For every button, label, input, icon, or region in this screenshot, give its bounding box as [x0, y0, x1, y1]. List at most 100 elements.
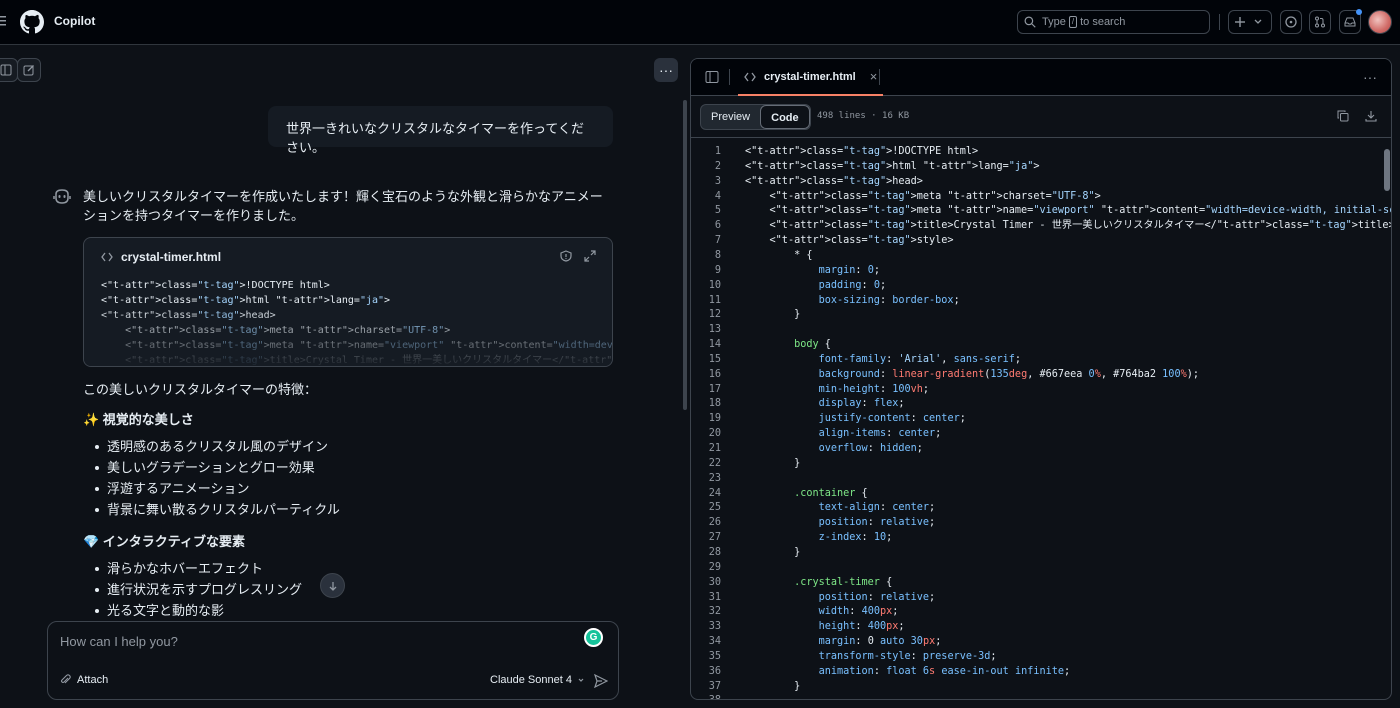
divider: [729, 69, 730, 85]
toggle-sidebar-button[interactable]: [0, 58, 18, 82]
line-text: justify-content: center;: [818, 413, 966, 425]
line-number: 37: [708, 680, 721, 692]
chat-input[interactable]: How can I help you?: [60, 634, 178, 649]
line-number: 5: [714, 205, 721, 217]
code-line: 2 <"t-attr">class="t-tag">html "t-attr">l…: [691, 159, 1391, 174]
code-line: 11 box-sizing: border-box;: [691, 293, 1391, 308]
tab-label: crystal-timer.html: [764, 70, 856, 83]
issues-button[interactable]: [1280, 10, 1302, 34]
code-viewer[interactable]: 1 <"t-attr">class="t-tag">!DOCTYPE html> 2…: [691, 144, 1391, 699]
app-title[interactable]: Copilot: [54, 14, 95, 28]
line-text: <"t-attr">class="t-tag">!DOCTYPE html>: [745, 146, 979, 157]
line-text: }: [745, 680, 801, 692]
code-card-filename: crystal-timer.html: [121, 250, 222, 264]
line-number: 18: [708, 398, 721, 410]
line-text: display: flex;: [818, 398, 905, 410]
feature-list-interactive: 滑らかなホバーエフェクト 進行状況を示すプログレスリング 光る文字と動的な影: [93, 558, 302, 621]
assistant-message: 美しいクリスタルタイマーを作成いたします！輝く宝石のような外観と滑らかなアニメー…: [83, 189, 603, 223]
line-text: padding: 0;: [818, 279, 887, 291]
more-options-icon[interactable]: ···: [1363, 69, 1377, 85]
model-picker[interactable]: Claude Sonnet 4: [490, 674, 586, 686]
line-number: 21: [708, 443, 721, 454]
line-text: margin: 0 auto 30px;: [818, 636, 942, 648]
line-number: 35: [708, 650, 721, 662]
pencil-icon: [23, 65, 34, 76]
code-line: 36 animation: float 6s ease-in-out infin…: [691, 664, 1391, 679]
chat-options-button[interactable]: ···: [654, 58, 678, 82]
line-text: }: [745, 457, 801, 469]
line-text: text-align: center;: [818, 502, 936, 514]
code-tab[interactable]: Code: [760, 105, 810, 129]
code-line: 34 margin: 0 auto 30px;: [691, 634, 1391, 649]
menu-icon[interactable]: [0, 14, 8, 28]
line-text: box-sizing: border-box;: [818, 294, 960, 306]
line-text: animation: float 6s ease-in-out infinite…: [818, 665, 1071, 677]
fade-overlay: [84, 306, 612, 366]
shield-icon[interactable]: [560, 250, 572, 262]
file-meta: 498 lines · 16 KB: [817, 111, 910, 121]
code-line: 25 text-align: center;: [691, 500, 1391, 515]
section-heading-visual: ✨ 視覚的な美しさ: [83, 412, 194, 427]
line-number: 9: [714, 264, 721, 276]
line-number: 27: [708, 532, 721, 544]
git-pull-request-icon: [1315, 16, 1325, 28]
copy-icon[interactable]: [1337, 110, 1349, 122]
line-number: 11: [708, 294, 721, 306]
code-line: 12 }: [691, 307, 1391, 322]
attach-button[interactable]: Attach: [60, 674, 108, 686]
line-text: overflow: hidden;: [818, 443, 923, 454]
code-line: 22 }: [691, 456, 1391, 471]
tab-crystal-timer[interactable]: crystal-timer.html ×: [738, 59, 884, 96]
line-number: 38: [691, 693, 721, 699]
code-line: 21 overflow: hidden;: [691, 441, 1391, 456]
preview-tab[interactable]: Preview: [701, 105, 760, 129]
list-item: 光る文字と動的な影: [93, 600, 302, 621]
line-number: 23: [708, 472, 721, 484]
sidebar-collapse-icon[interactable]: [705, 70, 719, 84]
code-line: 15 font-family: 'Arial', sans-serif;: [691, 352, 1391, 367]
line-text: z-index: 10;: [818, 532, 893, 544]
new-chat-button[interactable]: [17, 58, 41, 82]
chat-scrollbar[interactable]: [683, 100, 687, 410]
create-new-button[interactable]: [1228, 10, 1272, 34]
github-logo-icon[interactable]: [20, 10, 44, 34]
search-input[interactable]: Type / to search: [1017, 10, 1210, 34]
view-toggle: Preview Code: [700, 104, 811, 130]
divider: [1219, 14, 1220, 30]
line-number: 1: [714, 146, 721, 157]
expand-icon[interactable]: [584, 250, 596, 262]
list-item: 浮遊するアニメーション: [93, 478, 340, 499]
code-icon: [101, 252, 113, 262]
list-item: 美しいグラデーションとグロー効果: [93, 457, 340, 478]
code-line: 5 <"t-attr">class="t-tag">meta "t-attr">…: [691, 203, 1391, 218]
line-number: 14: [708, 339, 721, 351]
avatar[interactable]: [1368, 10, 1392, 34]
line-text: background: linear-gradient(135deg, #667…: [818, 368, 1199, 380]
line-number: 34: [708, 636, 721, 648]
code-line: 17 min-height: 100vh;: [691, 382, 1391, 397]
line-text: .crystal-timer {: [794, 576, 893, 588]
chat-composer[interactable]: How can I help you? G Attach Claude Sonn…: [47, 621, 619, 700]
code-line: 4 <"t-attr">class="t-tag">meta "t-attr">…: [691, 189, 1391, 204]
user-message: 世界一きれいなクリスタルなタイマーを作ってください。: [268, 106, 613, 155]
line-text: height: 400px;: [818, 621, 905, 633]
pull-requests-button[interactable]: [1309, 10, 1331, 34]
code-attachment-card[interactable]: crystal-timer.html <"t-attr">class="t-ta…: [83, 237, 613, 367]
grammarly-icon[interactable]: G: [584, 628, 603, 647]
download-icon[interactable]: [1365, 110, 1377, 122]
issue-opened-icon: [1285, 16, 1297, 28]
code-line: 7 <"t-attr">class="t-tag">style>: [691, 233, 1391, 248]
code-line: 9 margin: 0;: [691, 263, 1391, 278]
send-icon[interactable]: [594, 674, 608, 688]
features-intro: この美しいクリスタルタイマーの特徴：: [83, 382, 318, 397]
code-scrollbar[interactable]: [1384, 149, 1390, 191]
scroll-to-bottom-button[interactable]: [320, 573, 345, 598]
code-line: 33 height: 400px;: [691, 619, 1391, 634]
code-line: 23: [691, 471, 1391, 486]
line-text: position: relative;: [818, 591, 936, 603]
plus-icon: [1235, 17, 1245, 27]
close-icon[interactable]: ×: [870, 69, 878, 84]
code-line: 32 width: 400px;: [691, 604, 1391, 619]
code-line: 38: [691, 693, 1391, 699]
code-line: 35 transform-style: preserve-3d;: [691, 649, 1391, 664]
